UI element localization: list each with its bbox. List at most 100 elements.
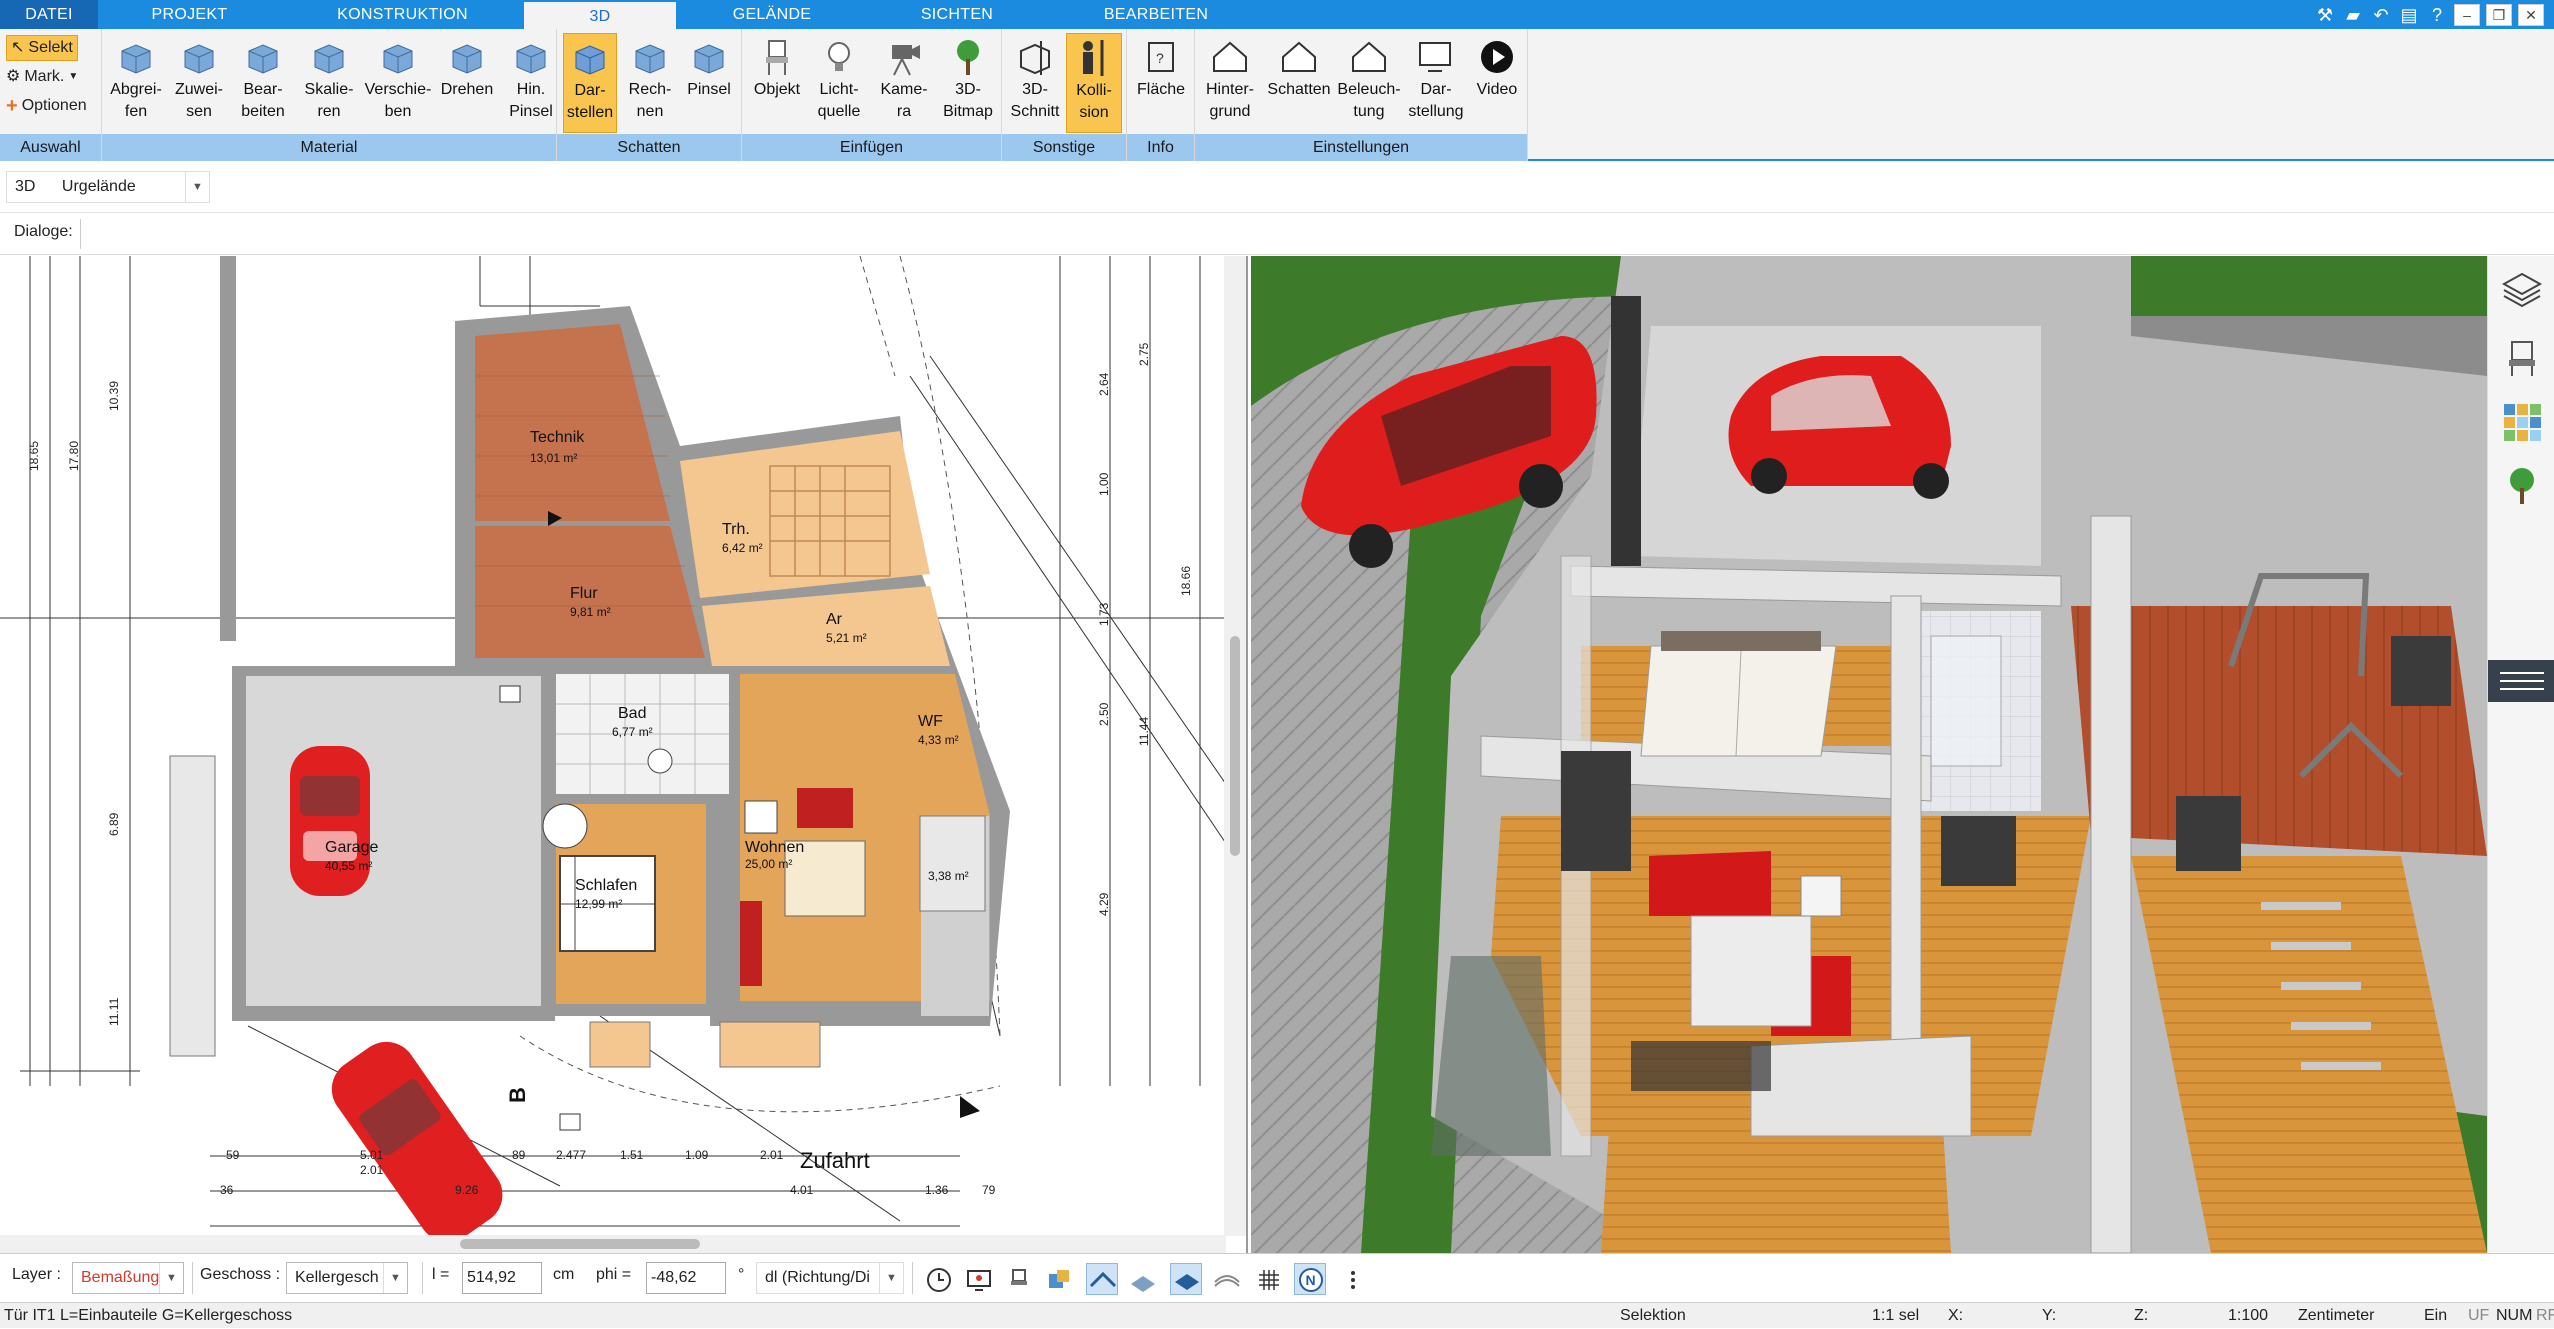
group-label-sonstige: Sonstige [1002, 134, 1126, 161]
tab-konstruktion[interactable]: KONSTRUKTION [281, 0, 524, 29]
lichtquelle-icon [817, 37, 861, 77]
ribbon-button-rechnen[interactable]: Rech-nen [623, 33, 677, 133]
phi-input[interactable]: -48,62 [646, 1262, 726, 1294]
floor-icon[interactable] [1170, 1263, 1202, 1295]
material-palette-icon[interactable] [2500, 400, 2544, 444]
tab-3d[interactable]: 3D [524, 0, 676, 29]
dimension-label: 11.11 [107, 997, 121, 1026]
dimension-label: 79 [982, 1183, 996, 1197]
length-input[interactable]: 514,92 [462, 1262, 542, 1294]
floor-plan-view[interactable]: Technik 13,01 m² Trh. 6,42 m² Flur 9,81 … [0, 256, 1248, 1253]
ribbon-button-beleuchtung[interactable]: Beleuch-tung [1337, 33, 1401, 133]
geschoss-select[interactable]: Kellergesch ▼ [286, 1262, 408, 1294]
horizontal-scrollbar[interactable] [0, 1235, 1226, 1253]
ribbon-button-objekt[interactable]: Objekt [748, 33, 806, 133]
ribbon-button-pinsel[interactable]: Pinsel [681, 33, 737, 133]
window-controls: ⚒ ▰ ↶ ▤ ? – ❐ ✕ [2314, 0, 2554, 29]
button-label-line1: Kolli- [1076, 82, 1112, 99]
button-label-line2: stellen [566, 104, 614, 121]
status-mode: Selektion [1620, 1307, 1686, 1324]
tools-icon[interactable]: ⚒ [2314, 4, 2336, 26]
3dbitmap-icon [946, 37, 990, 77]
ribbon-button-3dbitmap[interactable]: 3D- Bitmap [938, 33, 998, 133]
folder-icon[interactable]: ▰ [2342, 4, 2364, 26]
terrain-icon[interactable] [1210, 1263, 1242, 1295]
dimension-label: 1.36 [925, 1183, 949, 1197]
button-label-line2: quelle [817, 103, 861, 120]
north-icon[interactable]: N [1294, 1263, 1326, 1295]
mark-button[interactable]: ⚙ Mark. ▼ [6, 64, 78, 90]
undo-icon[interactable]: ↶ [2370, 4, 2392, 26]
button-label-line1: Objekt [753, 81, 801, 98]
button-label-line1: Rech- [628, 81, 672, 98]
close-button[interactable]: ✕ [2518, 3, 2544, 26]
ribbon-button-kamera[interactable]: Kame-ra [874, 33, 934, 133]
objects-icon[interactable] [1042, 1263, 1074, 1295]
dimension-label: 17.80 [67, 441, 81, 471]
tab-gelaende[interactable]: GELÄNDE [676, 0, 868, 29]
roof-icon[interactable] [1086, 1263, 1118, 1295]
monitor-icon[interactable] [962, 1263, 994, 1295]
terrain-select[interactable]: 3D Urgelände ▼ [6, 171, 210, 203]
status-num: NUM [2496, 1307, 2533, 1324]
tree-icon[interactable] [2500, 464, 2544, 508]
tab-datei[interactable]: DATEI [0, 0, 98, 29]
ribbon-button-darstellen[interactable]: Dar-stellen [563, 33, 617, 133]
dimension-label: 2.50 [1097, 702, 1111, 726]
ribbon-button-drehen[interactable]: Drehen [436, 33, 498, 133]
ribbon-button-lichtquelle[interactable]: Licht-quelle [808, 33, 870, 133]
button-label-line1: Skalie- [304, 81, 354, 98]
ribbon-button-abgreifen[interactable]: Abgrei-fen [106, 33, 166, 133]
ribbon-button-skalieren[interactable]: Skalie-ren [298, 33, 360, 133]
ribbon-button-darstellung[interactable]: Dar-stellung [1405, 33, 1467, 133]
3dschnitt-icon [1013, 37, 1057, 77]
room-area-wohnen: 25,00 m² [745, 857, 792, 871]
optionen-button[interactable]: + Optionen [6, 93, 87, 119]
dimension-label: 36 [220, 1183, 234, 1197]
ribbon-button-verschieben[interactable]: Verschie-ben [364, 33, 432, 133]
ribbon-button-hintergrund[interactable]: Hinter-grund [1199, 33, 1261, 133]
chair-icon[interactable] [1002, 1263, 1034, 1295]
room-area-wf: 4,33 m² [918, 733, 959, 747]
room-label-wohnen: Wohnen [745, 839, 804, 856]
more-icon[interactable] [1336, 1263, 1368, 1295]
dimension-label: 18.65 [27, 441, 41, 471]
clock-icon[interactable] [922, 1263, 954, 1295]
ribbon-button-zuweisen[interactable]: Zuwei-sen [170, 33, 228, 133]
chair-icon[interactable] [2500, 336, 2544, 380]
ribbon-button-hinpinsel[interactable]: Hin. Pinsel [502, 33, 560, 133]
tab-bearbeiten[interactable]: BEARBEITEN [1046, 0, 1266, 29]
3d-view[interactable] [1251, 256, 2487, 1253]
ribbon-button-3dschnitt[interactable]: 3D- Schnitt [1006, 33, 1064, 133]
scroll-thumb[interactable] [1230, 636, 1240, 856]
layer-select[interactable]: Bemaßung ▼ [72, 1262, 184, 1294]
selekt-button[interactable]: ↖ Selekt [6, 35, 78, 61]
minimize-button[interactable]: – [2454, 3, 2480, 26]
tab-sichten[interactable]: SICHTEN [868, 0, 1046, 29]
dl-select[interactable]: dl (Richtung/Di ▼ [756, 1262, 904, 1294]
layers-icon[interactable] [2500, 268, 2544, 312]
ribbon-button-schatten[interactable]: Schatten [1265, 33, 1333, 133]
hatch-icon[interactable] [1126, 1263, 1158, 1295]
button-label-line1: Hin. [516, 81, 546, 98]
dimension-label: 4.29 [1097, 892, 1111, 916]
scroll-thumb[interactable] [460, 1239, 700, 1249]
layout-icon[interactable]: ▤ [2398, 4, 2420, 26]
room-label-trh: Trh. [722, 521, 750, 538]
objekt-icon [755, 37, 799, 77]
ribbon-button-video[interactable]: Video [1471, 33, 1523, 133]
grid-icon[interactable] [1252, 1263, 1284, 1295]
panel-menu-button[interactable] [2488, 660, 2554, 702]
3d-canvas[interactable] [1251, 256, 2487, 1253]
ribbon-button-fläche[interactable]: ? Fläche [1131, 33, 1191, 133]
floor-plan-canvas[interactable]: Technik 13,01 m² Trh. 6,42 m² Flur 9,81 … [0, 256, 1248, 1253]
car-garage [1728, 356, 1951, 499]
tab-projekt[interactable]: PROJEKT [98, 0, 281, 29]
button-label-line2: fen [124, 103, 148, 120]
ribbon-button-bearbeiten[interactable]: Bear-beiten [232, 33, 294, 133]
help-icon[interactable]: ? [2426, 4, 2448, 26]
vertical-scrollbar[interactable] [1224, 256, 1246, 1236]
verschieben-icon [376, 37, 420, 77]
restore-button[interactable]: ❐ [2486, 3, 2512, 26]
ribbon-button-kollision[interactable]: Kolli-sion [1066, 33, 1122, 133]
